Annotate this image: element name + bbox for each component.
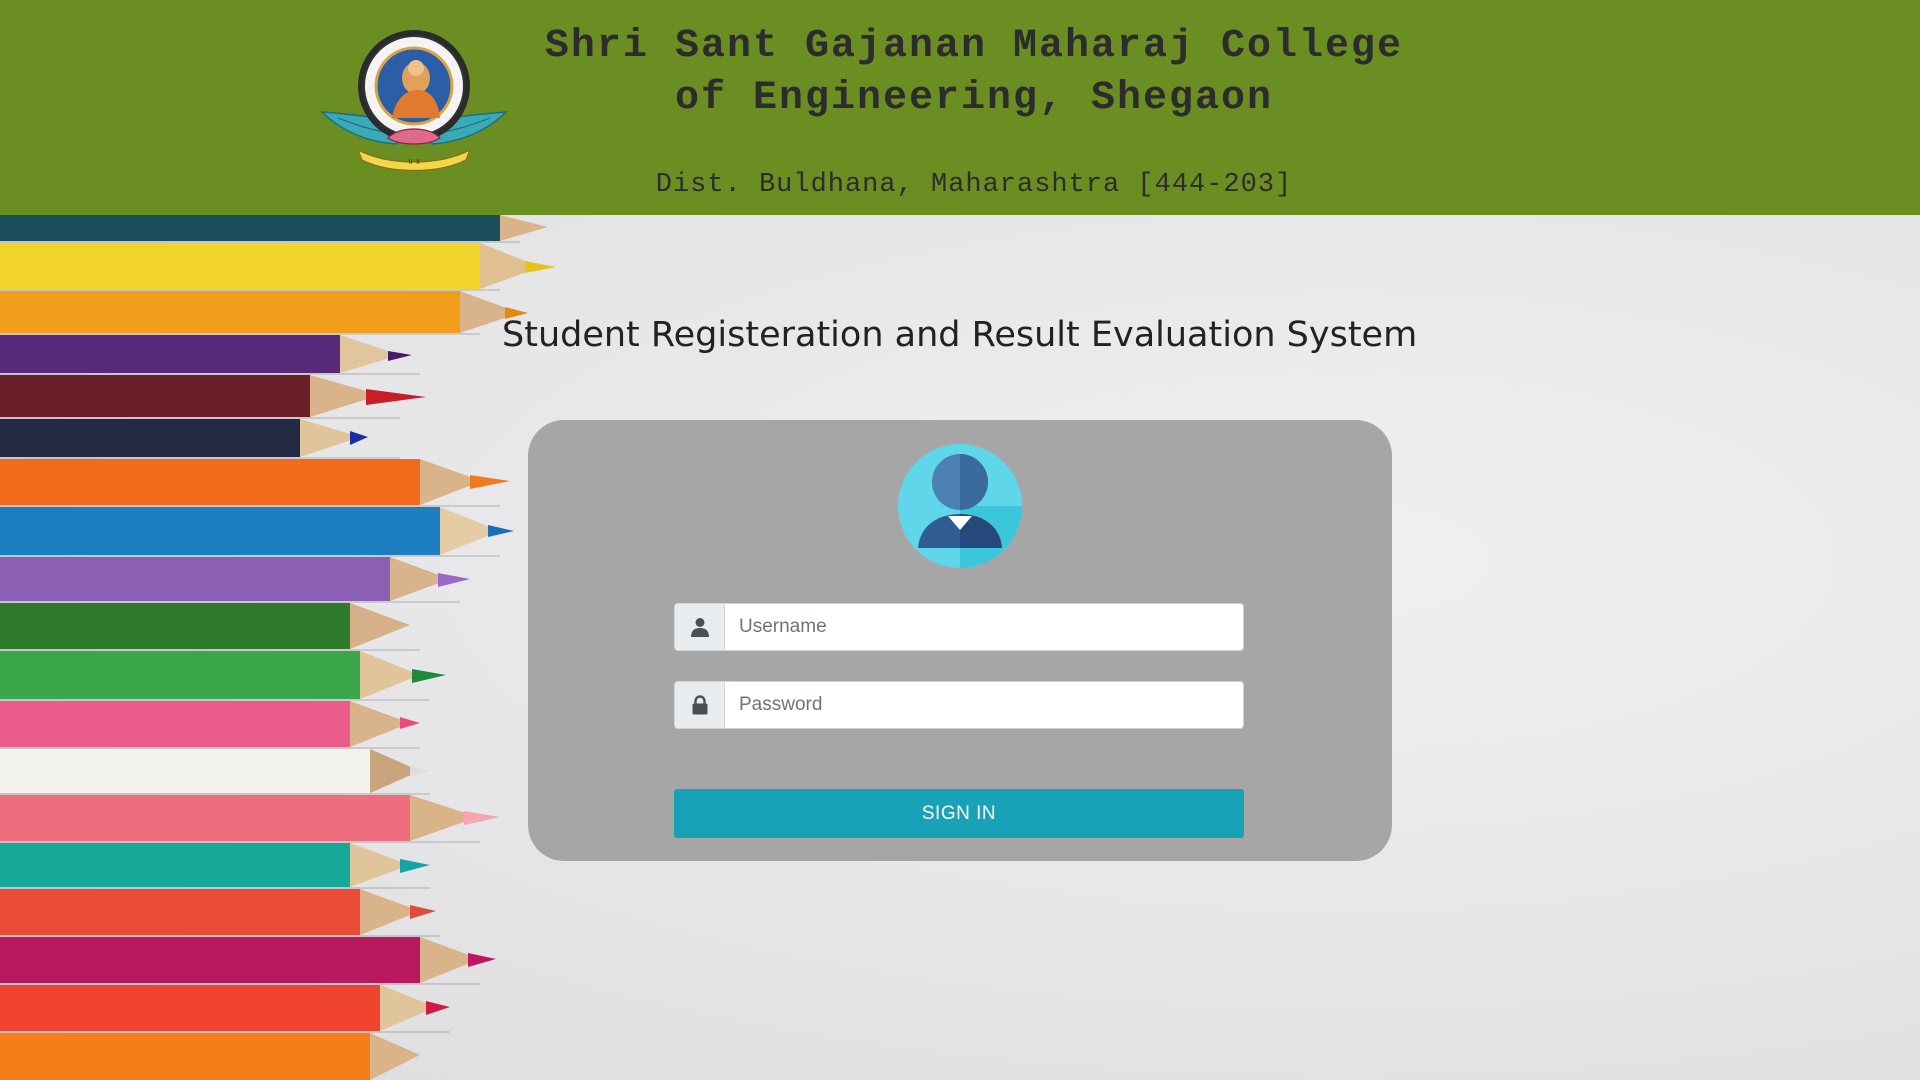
lock-icon [675,682,725,728]
password-group [674,681,1244,729]
sign-in-button[interactable]: SIGN IN [674,789,1244,838]
password-input[interactable] [725,682,1243,728]
username-input[interactable] [725,604,1243,650]
svg-text:॥ ॥: ॥ ॥ [408,157,420,166]
college-title-line1: Shri Sant Gajanan Maharaj College [544,24,1404,69]
pencils-background-image [0,215,556,1080]
user-avatar-icon [898,444,1022,568]
username-group [674,603,1244,651]
college-address: Dist. Buldhana, Maharashtra [444-203] [655,170,1293,200]
user-icon [675,604,725,650]
college-title-line2: of Engineering, Shegaon [674,76,1274,121]
system-title: Student Registeration and Result Evaluat… [502,315,1418,355]
login-card: SIGN IN [528,420,1392,861]
site-header: ॥ ॥ Shri Sant Gajanan Maharaj College of… [0,0,1920,215]
